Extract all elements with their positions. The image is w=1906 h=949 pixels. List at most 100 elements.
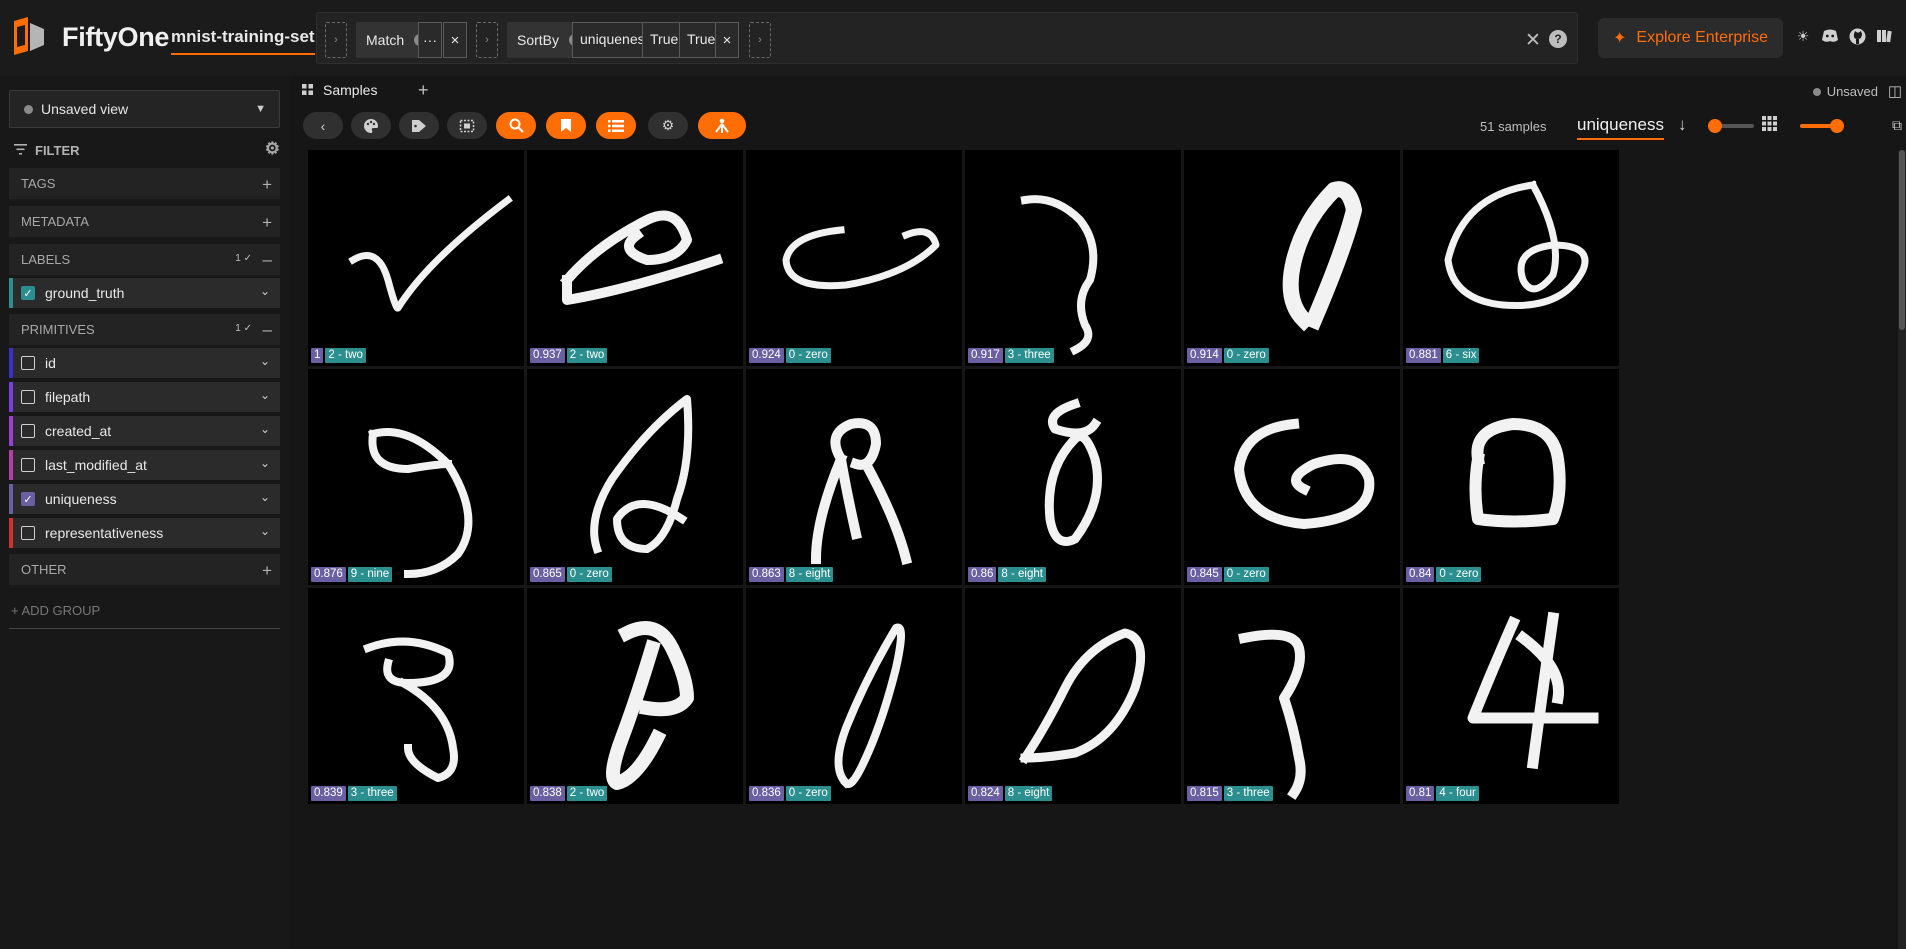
chevron-down-icon[interactable]: ⌄ xyxy=(260,456,270,470)
sort-field-select[interactable]: uniqueness xyxy=(1577,115,1664,140)
field-checkbox[interactable]: ✓ xyxy=(21,492,35,506)
uniqueness-badge: 0.815 xyxy=(1187,786,1222,801)
field-filepath[interactable]: filepath ⌄ xyxy=(9,382,280,412)
chevron-down-icon[interactable]: ⌄ xyxy=(260,490,270,504)
sample-labels: 0.914 0 - zero xyxy=(1187,348,1269,363)
filter-label: FILTER xyxy=(35,142,80,158)
discord-icon[interactable] xyxy=(1821,27,1839,45)
sample-tile[interactable]: 0.839 3 - three xyxy=(308,588,524,804)
field-id[interactable]: id ⌄ xyxy=(9,348,280,378)
group-tags[interactable]: TAGS + xyxy=(9,168,280,200)
view-bar-insert-arrow[interactable]: › xyxy=(325,22,347,58)
view-bar-insert-arrow[interactable]: › xyxy=(749,22,771,58)
expand-panel-icon[interactable]: ⧉ xyxy=(1892,117,1902,134)
chevron-down-icon[interactable]: ⌄ xyxy=(260,422,270,436)
chevron-down-icon[interactable]: ⌄ xyxy=(260,388,270,402)
sample-tile[interactable]: 0.836 0 - zero xyxy=(746,588,962,804)
gear-icon[interactable]: ⚙ xyxy=(265,139,280,159)
field-checkbox[interactable] xyxy=(21,424,35,438)
stage-sortby-delete-icon[interactable]: × xyxy=(715,22,739,58)
labels-selected-count[interactable]: 1 ✓ xyxy=(235,253,252,264)
group-metadata[interactable]: METADATA + xyxy=(9,206,280,238)
field-last-modified-at[interactable]: last_modified_at ⌄ xyxy=(9,450,280,480)
sample-grid: 12 - two 0.937 2 - two 0.924 0 - zero 0.917 3 … xyxy=(308,150,1898,949)
uniqueness-badge: 0.81 xyxy=(1406,786,1435,801)
search-icon[interactable] xyxy=(496,112,536,139)
collapse-minus-icon[interactable]: – xyxy=(263,320,272,340)
field-created-at[interactable]: created_at ⌄ xyxy=(9,416,280,446)
field-checkbox[interactable] xyxy=(21,356,35,370)
mnist-digit-image xyxy=(368,428,473,579)
zoom-slider[interactable] xyxy=(1708,119,1754,133)
explore-enterprise-button[interactable]: ✦ Explore Enterprise xyxy=(1598,18,1783,58)
stage-match-param[interactable]: ··· xyxy=(418,22,442,58)
scrollbar-thumb[interactable] xyxy=(1899,150,1905,330)
sample-tile[interactable]: 0.838 2 - two xyxy=(527,588,743,804)
field-uniqueness[interactable]: ✓ uniqueness ⌄ xyxy=(9,484,280,514)
sample-tile[interactable]: 0.876 9 - nine xyxy=(308,369,524,585)
dataset-selector[interactable]: mnist-training-set xyxy=(171,27,315,55)
sample-tile[interactable]: 0.863 8 - eight xyxy=(746,369,962,585)
crop-icon[interactable] xyxy=(447,112,487,139)
bookmark-icon[interactable] xyxy=(546,112,586,139)
sample-tile[interactable]: 0.865 0 - zero xyxy=(527,369,743,585)
grid-size-slider[interactable] xyxy=(1800,119,1844,133)
saved-view-select[interactable]: Unsaved view ▼ xyxy=(9,90,280,128)
field-checkbox[interactable] xyxy=(21,390,35,404)
sun-icon[interactable]: ☀ xyxy=(1794,27,1812,45)
sample-tile[interactable]: 0.924 0 - zero xyxy=(746,150,962,366)
chevron-down-icon[interactable]: ⌄ xyxy=(260,284,270,298)
sample-tile[interactable]: 0.914 0 - zero xyxy=(1184,150,1400,366)
sample-tile[interactable]: 0.86 8 - eight xyxy=(965,369,1181,585)
sample-tile[interactable]: 0.845 0 - zero xyxy=(1184,369,1400,585)
clear-view-icon[interactable]: ✕ xyxy=(1525,29,1541,52)
settings-icon[interactable]: ⚙ xyxy=(648,112,688,139)
back-icon[interactable]: ‹ xyxy=(303,112,343,139)
expand-plus-icon[interactable]: + xyxy=(262,561,272,581)
split-panel-icon[interactable]: ◫ xyxy=(1888,82,1902,100)
collapse-minus-icon[interactable]: – xyxy=(263,250,272,270)
view-bar-insert-arrow[interactable]: › xyxy=(476,22,498,58)
tag-icon[interactable] xyxy=(399,112,439,139)
group-primitives[interactable]: PRIMITIVES 1 ✓ – xyxy=(9,314,280,346)
list-icon[interactable] xyxy=(596,112,636,139)
add-group-button[interactable]: + ADD GROUP xyxy=(11,603,100,618)
grid-size-slider-knob[interactable] xyxy=(1830,119,1844,133)
chevron-down-icon[interactable]: ⌄ xyxy=(260,354,270,368)
sample-tile[interactable]: 12 - two xyxy=(308,150,524,366)
group-other[interactable]: OTHER + xyxy=(9,554,280,586)
github-icon[interactable] xyxy=(1848,27,1866,45)
arrow-down-icon[interactable]: ↓ xyxy=(1678,115,1687,135)
tab-samples[interactable]: Samples xyxy=(302,82,377,98)
grid-layout-icon[interactable] xyxy=(1762,116,1777,136)
field-representativeness[interactable]: representativeness ⌄ xyxy=(9,518,280,548)
sample-tile[interactable]: 0.824 8 - eight xyxy=(965,588,1181,804)
add-tab-icon[interactable]: + xyxy=(418,80,429,101)
sample-tile[interactable]: 0.81 4 - four xyxy=(1403,588,1619,804)
zoom-slider-knob[interactable] xyxy=(1708,119,1722,133)
sample-tile[interactable]: 0.937 2 - two xyxy=(527,150,743,366)
group-primitives-label: PRIMITIVES xyxy=(21,322,95,337)
expand-plus-icon[interactable]: + xyxy=(262,175,272,195)
ground-truth-badge: 0 - zero xyxy=(566,567,612,582)
fiftyone-logo[interactable] xyxy=(8,15,50,57)
expand-plus-icon[interactable]: + xyxy=(262,213,272,233)
merge-icon[interactable] xyxy=(698,112,746,139)
chevron-down-icon[interactable]: ⌄ xyxy=(260,524,270,538)
field-ground-truth[interactable]: ✓ ground_truth ⌄ xyxy=(9,278,280,308)
palette-icon[interactable] xyxy=(351,112,391,139)
field-checkbox[interactable] xyxy=(21,458,35,472)
uniqueness-badge: 0.86 xyxy=(968,567,997,582)
sample-tile[interactable]: 0.84 0 - zero xyxy=(1403,369,1619,585)
sample-tile[interactable]: 0.881 6 - six xyxy=(1403,150,1619,366)
docs-icon[interactable] xyxy=(1875,27,1893,45)
group-labels[interactable]: LABELS 1 ✓ – xyxy=(9,244,280,276)
sample-tile[interactable]: 0.815 3 - three xyxy=(1184,588,1400,804)
field-checkbox[interactable]: ✓ xyxy=(21,286,35,300)
view-bar-help-icon[interactable]: ? xyxy=(1549,30,1567,48)
sample-tile[interactable]: 0.917 3 - three xyxy=(965,150,1181,366)
field-checkbox[interactable] xyxy=(21,526,35,540)
primitives-selected-count[interactable]: 1 ✓ xyxy=(235,323,252,334)
stage-match-delete-icon[interactable]: × xyxy=(443,22,467,58)
scrollbar[interactable] xyxy=(1898,150,1906,949)
